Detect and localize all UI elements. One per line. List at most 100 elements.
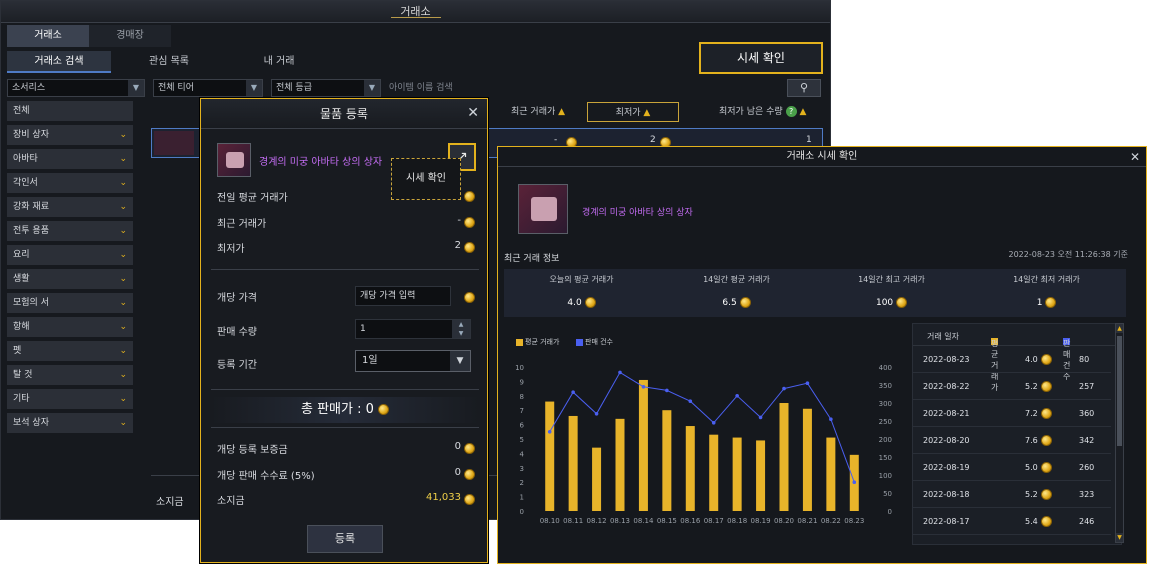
cell-sales-count: 257 <box>1079 382 1095 391</box>
grade-select[interactable]: 전체 등급 ▼ <box>271 79 381 97</box>
category-equipment-box[interactable]: 장비 상자 ⌄ <box>7 125 133 145</box>
y-right-tick-label: 250 <box>879 418 892 426</box>
sales-point <box>782 386 786 391</box>
tab-watchlist[interactable]: 관심 목록 <box>117 51 221 73</box>
category-life[interactable]: 생활 ⌄ <box>7 269 133 289</box>
y-right-tick-label: 350 <box>879 382 892 390</box>
period-select[interactable]: 1일 ▼ <box>355 350 471 372</box>
category-adventure-book[interactable]: 모험의 서 ⌄ <box>7 293 133 313</box>
column-label: 최저가 남은 수량 <box>719 107 783 117</box>
chevron-down-icon[interactable]: ▼ <box>452 329 470 338</box>
tab-auction[interactable]: 경매장 <box>89 25 171 47</box>
tier-select[interactable]: 전체 티어 ▼ <box>153 79 263 97</box>
y-right-tick-label: 50 <box>883 490 892 498</box>
sales-point <box>758 415 763 420</box>
register-dialog: 물품 등록 ✕ 경계의 미궁 아바타 상의 상자 ↗ 전일 평균 거래가 최근 … <box>200 98 488 563</box>
column-recent-price[interactable]: 최근 거래가 ▲ <box>511 102 565 122</box>
stat-value: 100 <box>875 298 894 308</box>
y-left-tick-label: 3 <box>520 465 524 473</box>
cell-avg-price: 7.2 <box>1025 409 1038 418</box>
quantity-value: 1 <box>360 324 366 334</box>
gold-coin-icon <box>1041 516 1052 527</box>
sort-up-icon: ▲ <box>643 108 651 118</box>
category-mount[interactable]: 탈 것 ⌄ <box>7 365 133 385</box>
cell-avg-price: 5.4 <box>1025 517 1038 526</box>
table-row: 2022-08-18 5.2 323 <box>913 482 1111 508</box>
cell-avg-price: 4.0 <box>1025 355 1038 364</box>
tab-exchange[interactable]: 거래소 <box>7 25 89 47</box>
table-scrollbar[interactable]: ▲ ▼ <box>1115 323 1124 543</box>
stat-label: 14일간 최저 거래가 <box>1013 275 1080 284</box>
x-tick-label: 08.19 <box>751 517 771 525</box>
gold-label: 소지금 <box>217 496 245 507</box>
gold-coin-icon <box>464 292 475 303</box>
category-engraving[interactable]: 각인서 ⌄ <box>7 173 133 193</box>
gold-coin-icon <box>1041 462 1052 473</box>
chevron-up-icon[interactable]: ▲ <box>452 320 470 329</box>
x-tick-label: 08.15 <box>657 517 677 525</box>
category-pet[interactable]: 펫 ⌄ <box>7 341 133 361</box>
category-cooking[interactable]: 요리 ⌄ <box>7 245 133 265</box>
scroll-down-icon[interactable]: ▼ <box>1116 533 1123 542</box>
gold-row: 소지금 41,033 <box>217 492 475 508</box>
y-right-tick-label: 300 <box>879 400 892 408</box>
register-button[interactable]: 등록 <box>307 525 383 553</box>
close-icon[interactable]: ✕ <box>467 105 479 121</box>
stat-14d-low: 14일간 최저 거래가 1 <box>969 269 1124 317</box>
price-check-button[interactable]: 시세 확인 <box>699 42 823 74</box>
category-etc[interactable]: 기타 ⌄ <box>7 389 133 409</box>
category-all[interactable]: 전체 <box>7 101 133 121</box>
category-label: 기타 <box>13 394 30 404</box>
chevron-down-icon: ▼ <box>450 351 470 371</box>
close-icon[interactable]: ✕ <box>1130 150 1140 164</box>
search-icon: ⚲ <box>799 81 809 94</box>
stat-value: 1 <box>1036 298 1043 308</box>
category-sailing[interactable]: 항해 ⌄ <box>7 317 133 337</box>
chevron-down-icon: ⌄ <box>119 346 127 356</box>
fee-label: 개당 판매 수수료 (5%) <box>217 471 315 482</box>
x-tick-label: 08.17 <box>704 517 724 525</box>
price-check-window: 거래소 시세 확인 ✕ 경계의 미궁 아바타 상의 상자 최근 거래 정보 20… <box>497 146 1147 564</box>
y-left-tick-label: 1 <box>520 494 524 502</box>
category-gem-box[interactable]: 보석 상자 ⌄ <box>7 413 133 433</box>
table-row: 2022-08-17 5.4 246 <box>913 509 1111 535</box>
price-chart: 01234567891005010015020025030035040008.1… <box>515 364 892 525</box>
cell-sales-count: 80 <box>1079 355 1090 364</box>
bar <box>779 403 789 511</box>
class-select[interactable]: 소서리스 ▼ <box>7 79 145 97</box>
total-price-label: 총 판매가 : 0 <box>300 402 374 417</box>
divider <box>211 389 479 390</box>
stat-14d-avg: 14일간 평균 거래가 6.5 <box>659 269 814 317</box>
item-search-input[interactable]: 아이템 이름 검색 <box>387 79 781 97</box>
y-left-tick-label: 2 <box>520 479 524 487</box>
cell-avg-price: 7.6 <box>1025 436 1038 445</box>
category-avatar[interactable]: 아바타 ⌄ <box>7 149 133 169</box>
category-enhance-material[interactable]: 강화 재료 ⌄ <box>7 197 133 217</box>
search-button[interactable]: ⚲ <box>787 79 821 97</box>
bar <box>732 437 742 511</box>
category-label: 아바타 <box>13 154 38 164</box>
quantity-stepper[interactable]: 1 ▲ ▼ <box>355 319 471 339</box>
tab-my-trades[interactable]: 내 거래 <box>227 51 331 73</box>
bar <box>709 434 719 511</box>
unit-price-input[interactable]: 개당 가격 입력 <box>355 286 451 306</box>
table-row: 2022-08-21 7.2 360 <box>913 401 1111 427</box>
column-remaining-qty[interactable]: 최저가 남은 수량 ? ▲ <box>719 102 806 122</box>
tab-exchange-search[interactable]: 거래소 검색 <box>7 51 111 73</box>
sub-tabs: 거래소 검색 관심 목록 내 거래 <box>7 51 331 73</box>
bar <box>826 437 836 511</box>
column-lowest-price[interactable]: 최저가 ▲ <box>587 102 679 122</box>
help-icon[interactable]: ? <box>785 106 797 117</box>
gold-coin-icon <box>464 217 475 228</box>
column-label: 최근 거래가 <box>511 107 556 117</box>
bar <box>802 408 812 511</box>
timestamp: 2022-08-23 오전 11:26:38 기준 <box>1008 250 1129 259</box>
scrollbar-thumb[interactable] <box>1117 336 1122 446</box>
lowest-price-label: 최저가 <box>217 244 245 255</box>
stat-value-wrap: 100 <box>814 297 969 308</box>
y-left-tick-label: 6 <box>520 422 525 430</box>
category-battle-items[interactable]: 전투 용품 ⌄ <box>7 221 133 241</box>
scroll-up-icon[interactable]: ▲ <box>1116 324 1123 333</box>
cell-sales-count: 323 <box>1079 490 1095 499</box>
chevron-down-icon: ▼ <box>246 80 262 96</box>
